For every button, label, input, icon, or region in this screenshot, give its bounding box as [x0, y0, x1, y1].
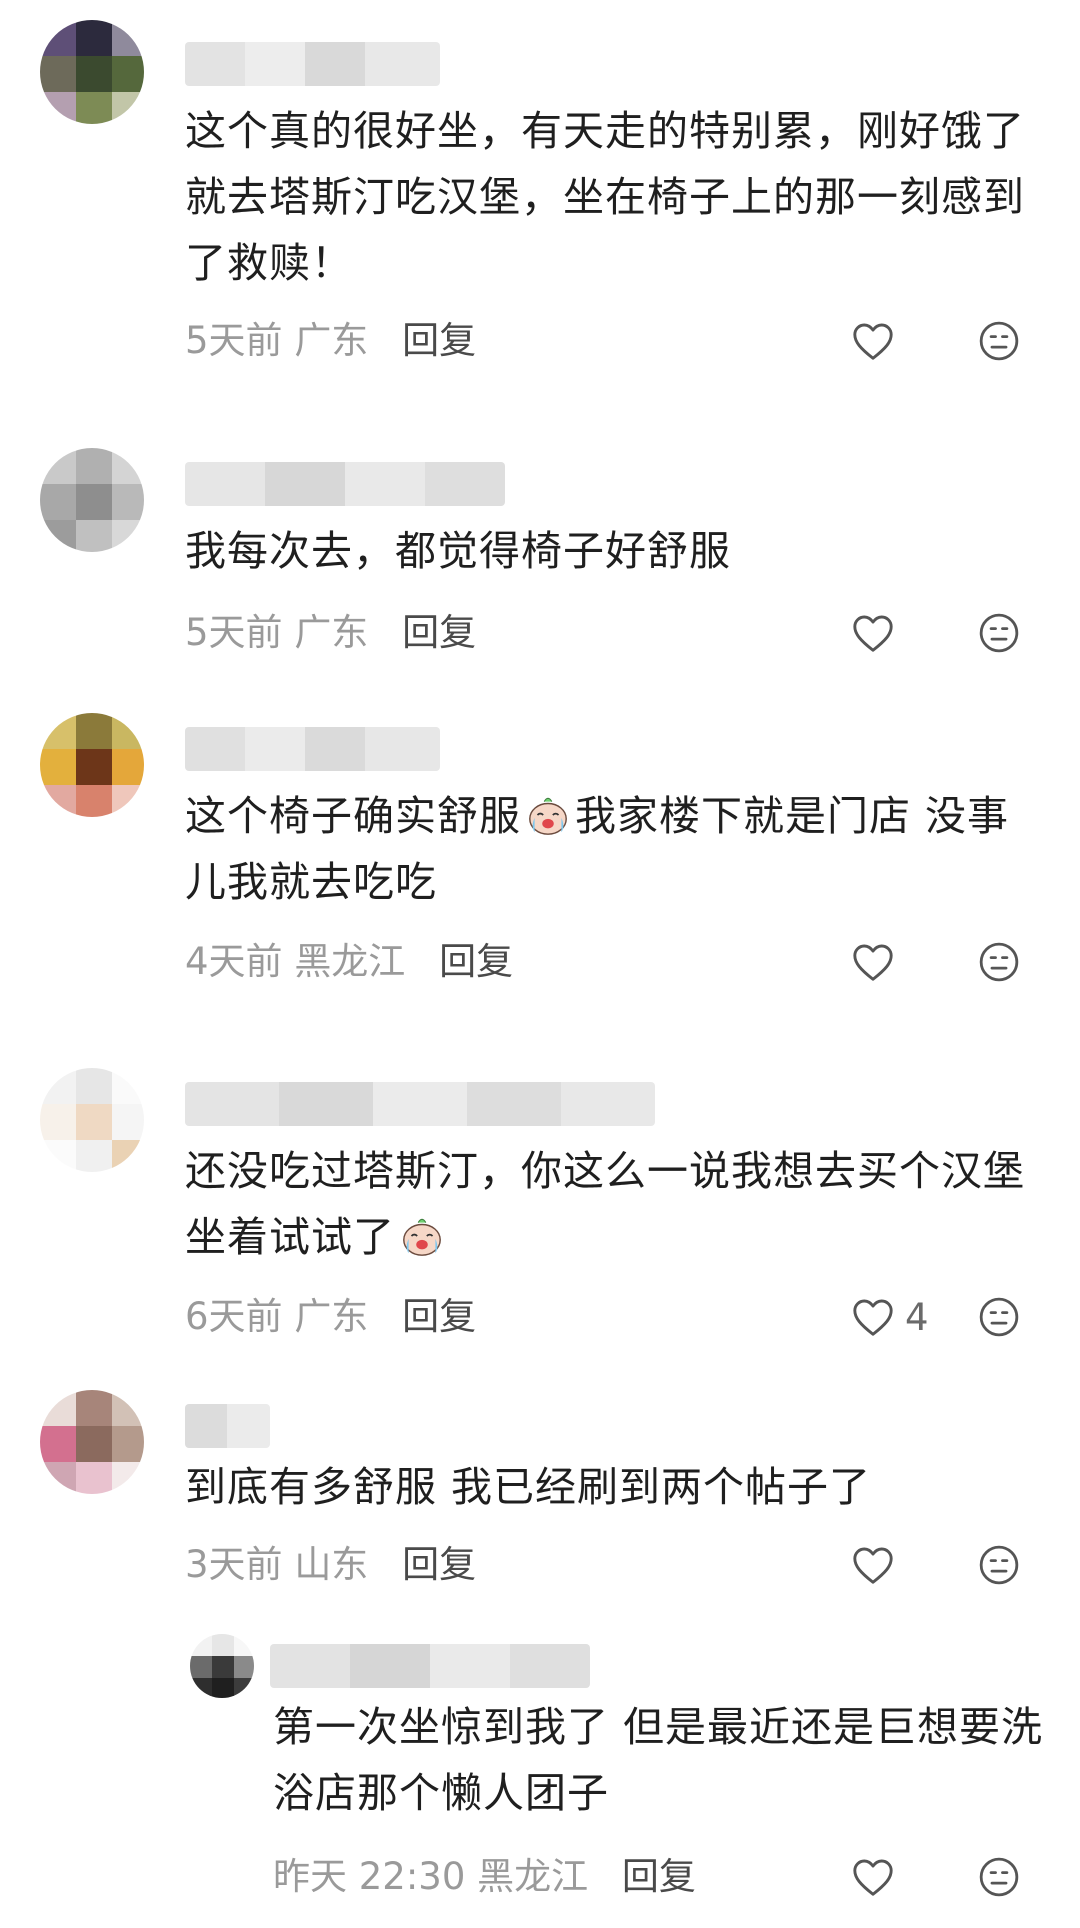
username[interactable]: [185, 462, 505, 506]
comment-meta: 4天前 黑龙江 回复: [185, 937, 513, 987]
neutral-face-icon[interactable]: [978, 320, 1020, 362]
heart-outline-icon: [853, 1547, 893, 1584]
reply-item: 第一次坐惊到我了 但是最近还是巨想要洗 浴店那个懒人团子 昨天 22:30 黑龙…: [0, 1630, 1080, 1928]
comment-location: 广东: [294, 611, 369, 654]
neutral-face-icon[interactable]: [978, 1856, 1020, 1898]
heart-outline-icon: [853, 1299, 893, 1336]
avatar[interactable]: [40, 448, 144, 552]
avatar[interactable]: [40, 1390, 144, 1494]
avatar[interactable]: [190, 1634, 254, 1698]
neutral-face-icon[interactable]: [978, 1544, 1020, 1586]
comment-location: 黑龙江: [294, 940, 406, 983]
comment-item: 我每次去，都觉得椅子好舒服 5天前 广东 回复: [0, 440, 1080, 670]
comment-text: 这个椅子确实舒服 我家楼下就是门店 没事 儿我就去吃吃: [185, 792, 1010, 906]
comment-time: 4天前: [185, 940, 283, 983]
comment-time: 5天前: [185, 611, 283, 654]
reply-button[interactable]: 回复: [402, 611, 476, 654]
reply-button[interactable]: 回复: [402, 1543, 476, 1586]
comment-meta: 5天前 广东 回复: [185, 608, 476, 658]
like-button[interactable]: [851, 1852, 895, 1902]
like-button[interactable]: [851, 608, 895, 658]
reply-meta: 昨天 22:30 黑龙江 回复: [273, 1852, 696, 1902]
comment-item: 还没吃过塔斯汀，你这么一说我想去买个汉堡 坐着试试了 6天前 广东 回复 4: [0, 1060, 1080, 1360]
like-button[interactable]: [851, 1540, 895, 1590]
heart-outline-icon: [853, 944, 893, 981]
comment-meta: 6天前 广东 回复: [185, 1292, 476, 1342]
comment-location: 广东: [294, 1295, 369, 1338]
comment-text: 这个真的很好坐，有天走的特别累，刚好饿了 就去塔斯汀吃汉堡，坐在椅子上的那一刻感…: [185, 107, 1025, 287]
heart-outline-icon: [853, 1859, 893, 1896]
username[interactable]: [185, 1082, 655, 1126]
username[interactable]: [270, 1644, 590, 1688]
like-button[interactable]: 4: [851, 1292, 929, 1342]
heart-outline-icon: [853, 323, 893, 360]
reply-location: 黑龙江: [477, 1855, 589, 1898]
comment-text: 还没吃过塔斯汀，你这么一说我想去买个汉堡 坐着试试了: [185, 1147, 1025, 1261]
reply-button[interactable]: 回复: [402, 1295, 476, 1338]
neutral-face-icon[interactable]: [978, 1296, 1020, 1338]
reply-text: 第一次坐惊到我了 但是最近还是巨想要洗 浴店那个懒人团子: [273, 1703, 1044, 1817]
like-button[interactable]: [851, 937, 895, 987]
avatar[interactable]: [40, 1068, 144, 1172]
comment-meta: 5天前 广东 回复: [185, 316, 476, 366]
reply-button[interactable]: 回复: [402, 319, 476, 362]
neutral-face-icon[interactable]: [978, 941, 1020, 983]
reply-button[interactable]: 回复: [622, 1855, 696, 1898]
crying-laughing-sticker: [403, 1218, 441, 1256]
avatar[interactable]: [40, 20, 144, 124]
comment-item: 这个真的很好坐，有天走的特别累，刚好饿了 就去塔斯汀吃汉堡，坐在椅子上的那一刻感…: [0, 0, 1080, 362]
username[interactable]: [185, 42, 440, 86]
comment-text: 我每次去，都觉得椅子好舒服: [185, 527, 731, 575]
comment-location: 山东: [294, 1543, 369, 1586]
username[interactable]: [185, 727, 440, 771]
comment-time: 6天前: [185, 1295, 283, 1338]
comment-meta: 3天前 山东 回复: [185, 1540, 476, 1590]
comment-time: 3天前: [185, 1543, 283, 1586]
comment-item: 到底有多舒服 我已经刷到两个帖子了 3天前 山东 回复: [0, 1390, 1080, 1620]
heart-outline-icon: [853, 615, 893, 652]
username[interactable]: [185, 1404, 270, 1448]
reply-time: 昨天 22:30: [273, 1855, 466, 1898]
avatar[interactable]: [40, 713, 144, 817]
like-count: 4: [905, 1295, 929, 1339]
comment-text: 到底有多舒服 我已经刷到两个帖子了: [185, 1463, 872, 1511]
like-button[interactable]: [851, 316, 895, 366]
crying-laughing-sticker: [529, 797, 567, 835]
comment-location: 广东: [294, 319, 369, 362]
reply-button[interactable]: 回复: [439, 940, 513, 983]
neutral-face-icon[interactable]: [978, 612, 1020, 654]
comment-time: 5天前: [185, 319, 283, 362]
comment-item: 这个椅子确实舒服 我家楼下就是门店 没事 儿我就去吃吃 4天前 黑龙江 回复: [0, 705, 1080, 1005]
